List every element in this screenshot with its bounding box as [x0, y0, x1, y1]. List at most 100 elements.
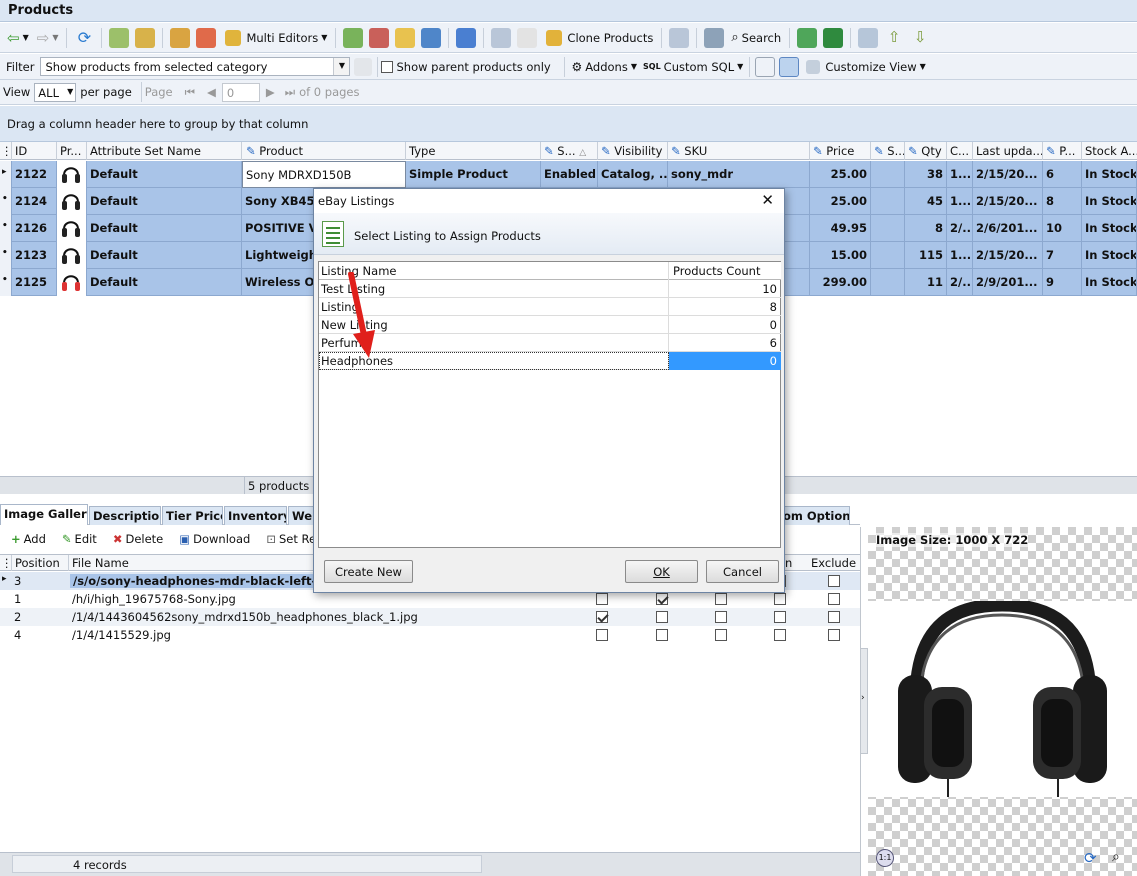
column-header-status[interactable]: ✎ S... △ — [541, 142, 598, 160]
exclude-checkbox[interactable] — [828, 611, 840, 623]
column-header-sku[interactable]: ✎ SKU — [668, 142, 810, 160]
gallery-add-button[interactable]: + Add — [11, 532, 46, 546]
back-button[interactable]: ⇦ ▼ — [7, 29, 29, 47]
cell-attr[interactable]: Default — [87, 215, 242, 242]
tab-tier-price[interactable]: Tier Price — [162, 506, 223, 525]
filter-select[interactable]: Show products from selected category ▼ — [40, 57, 351, 76]
cell-attr[interactable]: Default — [87, 188, 242, 215]
column-header-position[interactable]: ✎ P... — [1043, 142, 1082, 160]
import-icon[interactable] — [369, 27, 390, 48]
image-role-checkbox[interactable] — [715, 593, 727, 605]
cell-attr[interactable]: Default — [87, 269, 242, 296]
cell-p[interactable]: 8 — [1043, 188, 1082, 215]
cell-stock[interactable]: In Stock — [1082, 215, 1137, 242]
column-header-type[interactable]: Type — [406, 142, 541, 160]
product-thumbnail[interactable] — [57, 269, 87, 296]
cell-qty[interactable]: 8 — [905, 215, 947, 242]
cell-qty[interactable]: 11 — [905, 269, 947, 296]
tab-description[interactable]: Description — [89, 506, 161, 525]
gallery-col-exclude[interactable]: Exclude — [808, 555, 856, 571]
cell-sku[interactable]: sony_mdr — [668, 161, 810, 188]
cell-special[interactable] — [871, 215, 905, 242]
create-new-button[interactable]: Create New — [324, 560, 413, 583]
column-header-last-updated[interactable]: Last upda... — [973, 142, 1043, 160]
product-thumbnail[interactable] — [57, 215, 87, 242]
tab-image-gallery[interactable]: Image Gallery — [0, 504, 88, 525]
gallery-delete-button[interactable]: ✖ Delete — [113, 532, 163, 546]
group-by-area[interactable]: Drag a column header here to group by th… — [0, 106, 1137, 142]
image-role-checkbox[interactable] — [774, 611, 786, 623]
cell-c[interactable]: 2/... — [947, 269, 973, 296]
image-role-checkbox[interactable] — [774, 593, 786, 605]
column-header-preview[interactable]: Pr... — [57, 142, 87, 160]
gallery-col-n[interactable]: n — [782, 555, 808, 571]
column-header-special[interactable]: ✎ S... — [871, 142, 905, 160]
row-indicator[interactable]: • — [0, 269, 12, 296]
gallery-download-button[interactable]: ▣ Download — [179, 532, 250, 546]
show-parent-checkbox[interactable] — [381, 60, 394, 73]
image-role-checkbox[interactable] — [596, 611, 608, 623]
cell-product[interactable]: Sony MDRXD150B — [242, 161, 406, 188]
gallery-edit-button[interactable]: ✎ Edit — [62, 532, 97, 546]
add-product-icon[interactable] — [109, 27, 130, 48]
cell-type[interactable]: Simple Product — [406, 161, 541, 188]
gallery-col-position[interactable]: Position — [12, 555, 69, 571]
cell-status[interactable]: Enabled — [541, 161, 598, 188]
zoom-icon[interactable]: ⌕ — [1112, 849, 1120, 865]
image-role-checkbox[interactable] — [656, 593, 668, 605]
cell-qty[interactable]: 115 — [905, 242, 947, 269]
last-page-icon[interactable]: ⏭ — [285, 85, 295, 100]
page-input[interactable]: 0 — [221, 82, 260, 102]
column-header-stock[interactable]: Stock A... — [1082, 142, 1137, 160]
cell-stock[interactable]: In Stock — [1082, 269, 1137, 296]
clone-products-button[interactable]: Clone Products — [544, 29, 653, 46]
cell-stock[interactable]: In Stock — [1082, 161, 1137, 188]
row-indicator[interactable]: • — [0, 188, 12, 215]
custom-sql-button[interactable]: SQL Custom SQL ▼ — [643, 60, 743, 74]
listing-col-count[interactable]: Products Count — [669, 262, 781, 280]
column-header-product[interactable]: ✎ Product — [242, 142, 406, 160]
column-header-id[interactable]: ID — [12, 142, 57, 160]
cell-updated[interactable]: 2/15/20... — [973, 161, 1043, 188]
splitter[interactable] — [860, 527, 868, 876]
cell-p[interactable]: 10 — [1043, 215, 1082, 242]
cell-id[interactable]: 2124 — [12, 188, 57, 215]
row-indicator[interactable]: ▸ — [0, 161, 12, 188]
exclude-checkbox[interactable] — [828, 593, 840, 605]
cell-price[interactable]: 299.00 — [810, 269, 871, 296]
copy-icon[interactable] — [491, 27, 512, 48]
prev-page-icon[interactable]: ◀ — [207, 85, 216, 99]
columns-icon[interactable] — [858, 27, 879, 48]
cell-special[interactable] — [871, 161, 905, 188]
tab-custom-options[interactable]: om Options — [780, 506, 850, 525]
cell-p[interactable]: 7 — [1043, 242, 1082, 269]
edit-product-icon[interactable] — [135, 27, 156, 48]
fit-columns-icon[interactable] — [755, 56, 776, 77]
cell-attr[interactable]: Default — [87, 161, 242, 188]
cell-price[interactable]: 25.00 — [810, 188, 871, 215]
sort-desc-icon[interactable]: ⇩ — [910, 28, 930, 48]
first-page-icon[interactable]: ⏮ — [185, 85, 195, 100]
product-thumbnail[interactable] — [57, 188, 87, 215]
cell-id[interactable]: 2126 — [12, 215, 57, 242]
delete-product-icon[interactable] — [196, 27, 217, 48]
cell-id[interactable]: 2123 — [12, 242, 57, 269]
column-header-visibility[interactable]: ✎ Visibility — [598, 142, 668, 160]
cell-price[interactable]: 49.95 — [810, 215, 871, 242]
refresh-icon[interactable]: ⟳ — [1084, 849, 1097, 867]
cell-visibility[interactable]: Catalog, ... — [598, 161, 668, 188]
image-role-checkbox[interactable] — [715, 629, 727, 641]
shield-icon[interactable] — [456, 27, 477, 48]
next-page-icon[interactable]: ▶ — [266, 85, 275, 99]
column-chooser-icon[interactable]: ⋮ — [0, 142, 12, 160]
cell-p[interactable]: 6 — [1043, 161, 1082, 188]
search-button[interactable]: ⌕ Search — [731, 30, 781, 45]
sync-icon[interactable] — [421, 27, 442, 48]
image-role-checkbox[interactable] — [596, 629, 608, 641]
close-icon[interactable]: ✕ — [761, 191, 774, 209]
export-icon[interactable] — [343, 27, 364, 48]
clear-filter-icon[interactable] — [354, 57, 373, 76]
cell-updated[interactable]: 2/15/20... — [973, 242, 1043, 269]
table-row[interactable]: ▸ 2122 Default Sony MDRXD150B Simple Product… — [0, 161, 1137, 188]
row-indicator[interactable]: • — [0, 242, 12, 269]
